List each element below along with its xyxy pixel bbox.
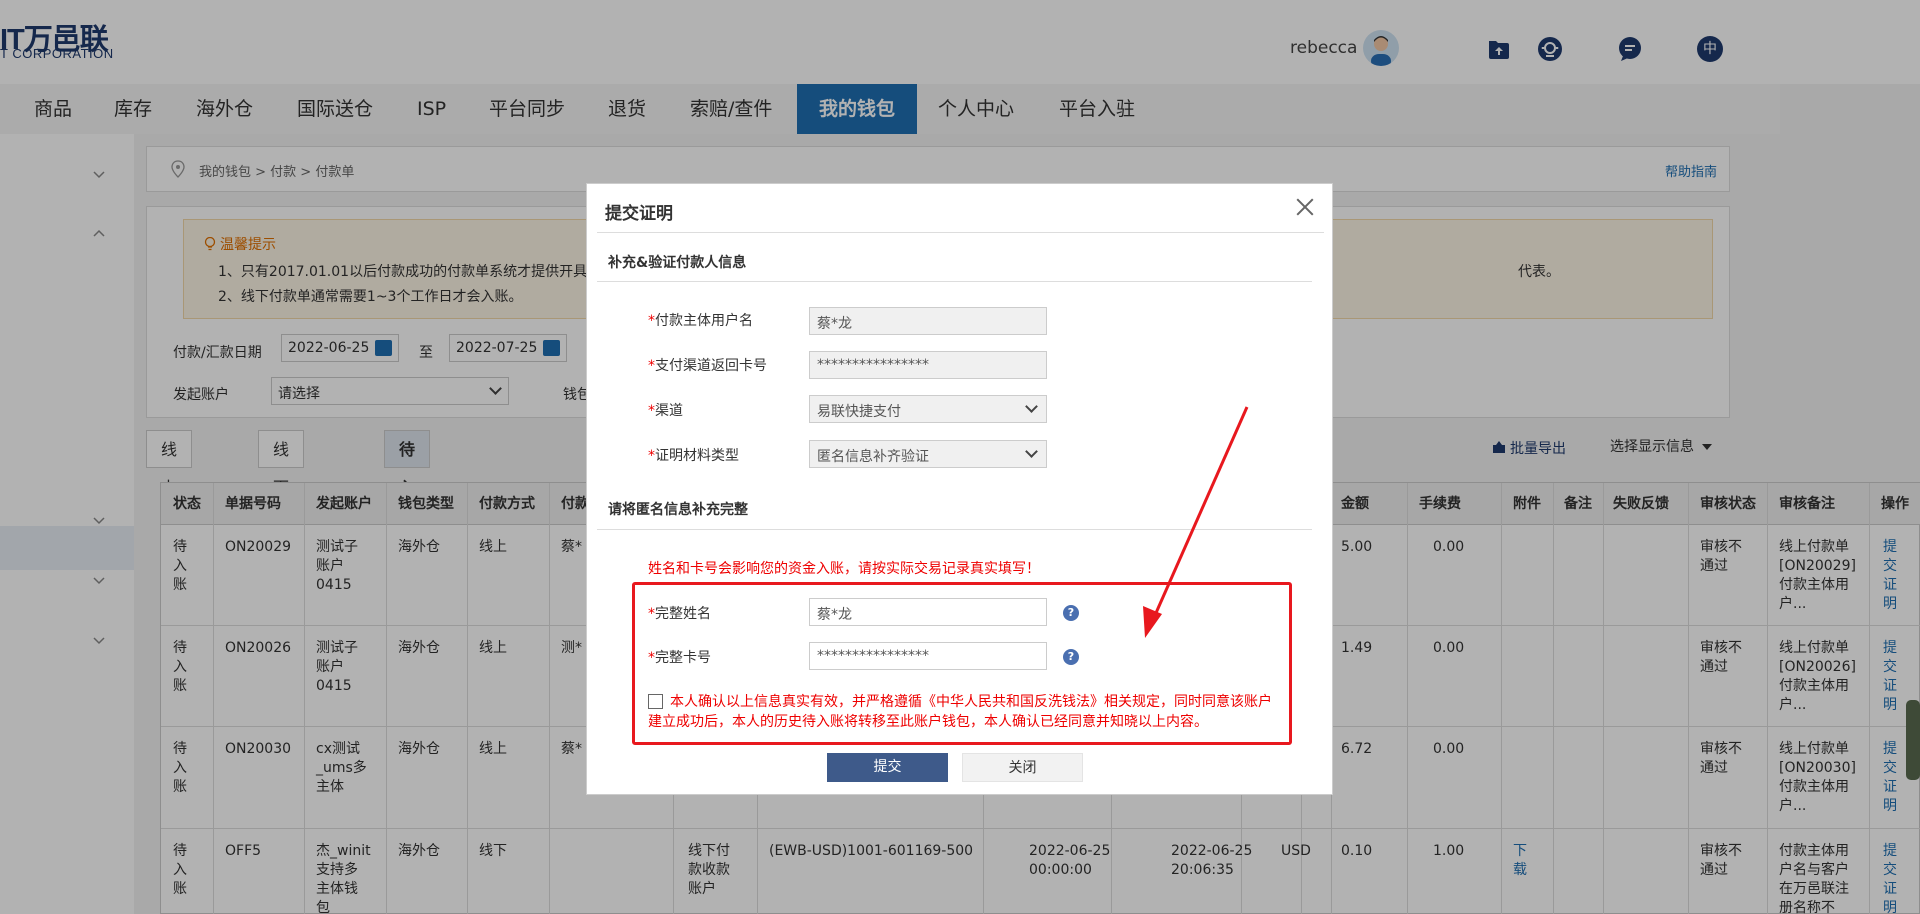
card-number-label: *支付渠道返回卡号 <box>648 358 767 374</box>
proof-type-select[interactable]: 匿名信息补齐验证 <box>809 440 1047 468</box>
section-payer-info-title: 补充&验证付款人信息 <box>608 255 747 271</box>
full-name-label: *完整姓名 <box>648 606 711 622</box>
full-name-input[interactable]: 蔡*龙 <box>809 598 1047 626</box>
full-card-input[interactable]: **************** <box>809 642 1047 670</box>
consent-text: 本人确认以上信息真实有效，并严格遵循《中华人民共和国反洗钱法》相关规定，同时同意… <box>648 694 1272 730</box>
full-card-label: *完整卡号 <box>648 650 711 666</box>
card-number-field[interactable]: **************** <box>809 351 1047 379</box>
divider <box>597 529 1312 530</box>
dialog-title: 提交证明 <box>605 204 673 224</box>
chevron-down-icon <box>1025 445 1038 458</box>
section-complete-info-title: 请将匿名信息补充完整 <box>608 502 748 518</box>
channel-label: *渠道 <box>648 403 683 419</box>
warning-text: 姓名和卡号会影响您的资金入账，请按实际交易记录真实填写！ <box>648 561 1040 577</box>
proof-type-select-value: 匿名信息补齐验证 <box>817 449 929 465</box>
divider <box>597 281 1312 282</box>
payer-username-label: *付款主体用户名 <box>648 313 753 329</box>
close-icon[interactable] <box>1294 196 1316 218</box>
channel-select-value: 易联快捷支付 <box>817 404 901 420</box>
submit-button[interactable]: 提交 <box>827 753 948 782</box>
chevron-down-icon <box>1025 400 1038 413</box>
divider <box>597 232 1324 233</box>
channel-select[interactable]: 易联快捷支付 <box>809 395 1047 423</box>
consent-checkbox[interactable] <box>648 694 663 709</box>
proof-type-label: *证明材料类型 <box>648 448 739 464</box>
help-icon[interactable]: ? <box>1063 649 1079 665</box>
submit-proof-dialog: 提交证明 补充&验证付款人信息 *付款主体用户名 蔡*龙 *支付渠道返回卡号 *… <box>586 183 1333 795</box>
close-button[interactable]: 关闭 <box>962 753 1083 782</box>
help-icon[interactable]: ? <box>1063 605 1079 621</box>
payer-username-field[interactable]: 蔡*龙 <box>809 307 1047 335</box>
